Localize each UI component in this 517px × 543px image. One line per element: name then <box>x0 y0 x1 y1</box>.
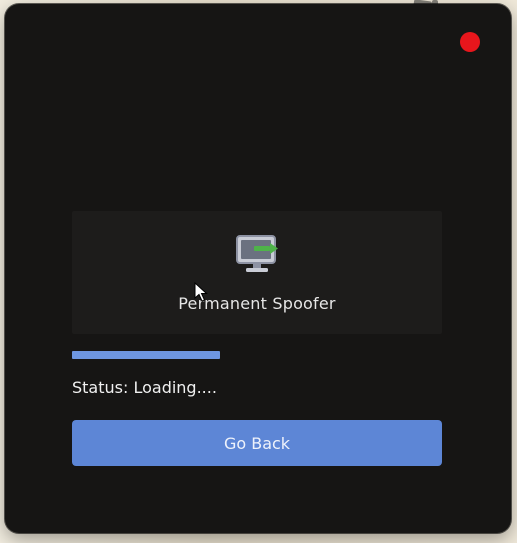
monitor-icon <box>236 235 278 272</box>
mouse-pointer-icon <box>194 282 208 302</box>
product-title: Permanent Spoofer <box>178 294 336 313</box>
status-text: Status: Loading.... <box>72 378 217 397</box>
app-window: Permanent Spoofer Status: Loading.... Go… <box>5 4 511 533</box>
progress-bar-fill <box>72 351 220 359</box>
product-card: Permanent Spoofer <box>72 211 442 334</box>
go-back-button[interactable]: Go Back <box>72 420 442 466</box>
close-button[interactable] <box>460 32 480 52</box>
progress-bar <box>72 351 442 359</box>
